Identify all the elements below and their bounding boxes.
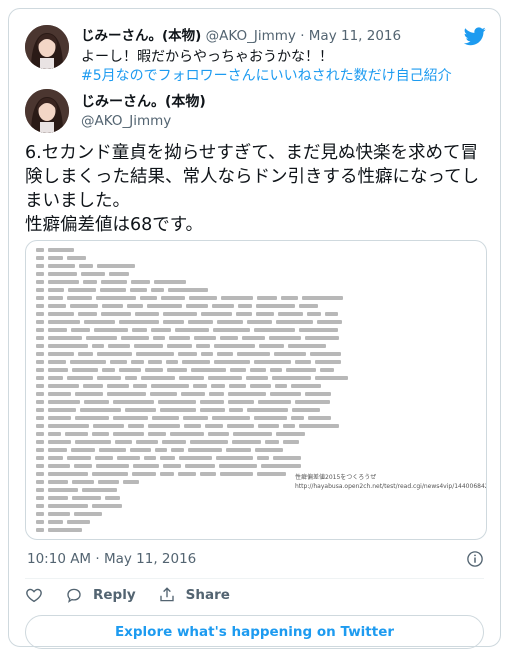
author-handle[interactable]: @AKO_Jimmy — [81, 112, 171, 130]
avatar[interactable] — [25, 25, 69, 69]
image-text-row — [36, 439, 476, 445]
image-text-row — [36, 351, 476, 357]
image-text-row — [36, 383, 476, 389]
image-text-row — [36, 391, 476, 397]
image-text-row — [36, 375, 476, 381]
image-text-row — [36, 335, 476, 341]
image-text-row — [36, 415, 476, 421]
divider — [25, 578, 484, 579]
image-text-list — [36, 247, 476, 535]
image-text-row — [36, 399, 476, 405]
author-name[interactable]: じみーさん。(本物) — [81, 93, 206, 111]
image-text-row — [36, 495, 476, 501]
tweet-embed-card: じみーさん。(本物) @AKO_Jimmy · May 11, 2016 よーし… — [8, 8, 501, 649]
like-button[interactable] — [25, 586, 43, 604]
image-text-row — [36, 279, 476, 285]
image-text-row — [36, 447, 476, 453]
image-caption-url: http://hayabusa.open2ch.net/test/read.cg… — [295, 483, 487, 490]
image-text-row — [36, 327, 476, 333]
share-button[interactable]: Share — [158, 586, 230, 604]
reply-label: Reply — [93, 587, 136, 603]
image-text-row — [36, 255, 476, 261]
image-text-row — [36, 311, 476, 317]
image-text-row — [36, 359, 476, 365]
image-text-row — [36, 503, 476, 509]
image-text-row — [36, 263, 476, 269]
image-text-row — [36, 431, 476, 437]
hashtag-link[interactable]: #5月なのでフォロワーさんにいいねされた数だけ自己紹介 — [81, 67, 486, 86]
image-text-row — [36, 511, 476, 517]
explore-twitter-button[interactable]: Explore what's happening on Twitter — [25, 615, 484, 649]
image-text-row — [36, 287, 476, 293]
separator: · — [300, 28, 309, 44]
share-label: Share — [185, 587, 230, 603]
heart-icon — [26, 588, 42, 603]
reply-icon — [67, 588, 81, 603]
tweet-actions: Reply Share — [25, 583, 252, 607]
image-text-row — [36, 519, 476, 525]
avatar-image — [25, 25, 69, 69]
image-text-row — [36, 343, 476, 349]
parent-tweet-text: よーし！暇だからやっちゃおうかな！！ — [81, 49, 333, 65]
tweet-date[interactable]: May 11, 2016 — [309, 28, 401, 44]
parent-tweet[interactable]: じみーさん。(本物) @AKO_Jimmy · May 11, 2016 よーし… — [23, 19, 486, 91]
image-text-row — [36, 423, 476, 429]
author-handle[interactable]: @AKO_Jimmy — [206, 28, 296, 44]
image-text-row — [36, 271, 476, 277]
share-icon — [159, 587, 174, 602]
image-text-row — [36, 303, 476, 309]
image-text-row — [36, 407, 476, 413]
image-caption-title: 性癖偏差値2015をつくろうぜ — [295, 474, 377, 481]
reply-button[interactable]: Reply — [65, 586, 136, 604]
tweet-timestamp[interactable]: 10:10 AM · May 11, 2016 — [27, 550, 196, 568]
image-text-row — [36, 527, 476, 533]
avatar[interactable] — [25, 89, 69, 133]
image-text-row — [36, 455, 476, 461]
image-text-row — [36, 463, 476, 469]
tweet-image[interactable]: 性癖偏差値2015をつくろうぜ http://hayabusa.open2ch.… — [25, 240, 487, 540]
image-text-row — [36, 247, 476, 253]
avatar-image — [25, 89, 69, 133]
image-text-row — [36, 319, 476, 325]
author-name[interactable]: じみーさん。(本物) — [81, 28, 201, 44]
image-caption: 性癖偏差値2015をつくろうぜ http://hayabusa.open2ch.… — [295, 473, 487, 491]
info-icon[interactable] — [466, 550, 484, 568]
parent-tweet-header: じみーさん。(本物) @AKO_Jimmy · May 11, 2016 — [81, 28, 486, 45]
tweet-text: 6.セカンド童貞を拗らせすぎて、まだ見ぬ快楽を求めて冒険しまくった結果、常人なら… — [25, 143, 480, 235]
image-text-row — [36, 367, 476, 373]
twitter-bird-icon[interactable] — [464, 25, 486, 47]
image-text-row — [36, 295, 476, 301]
